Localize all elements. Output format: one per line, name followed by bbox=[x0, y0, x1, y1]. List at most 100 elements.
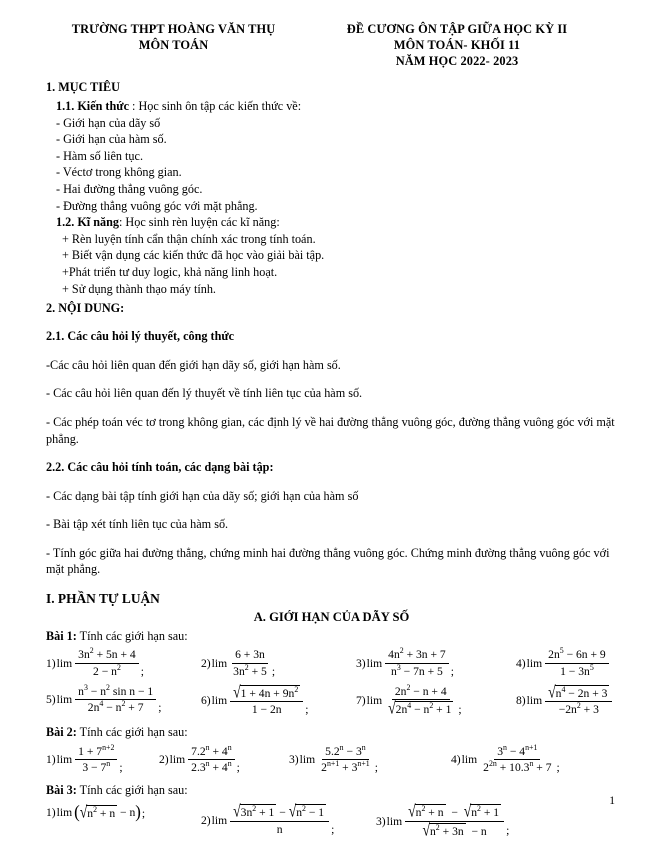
section-part-one: I. PHẦN TỰ LUẬN A. GIỚI HẠN CỦA DÃY SỐ B… bbox=[0, 590, 651, 839]
radical-sign-icon: √ bbox=[388, 698, 396, 718]
exam-school-year: NĂM HỌC 2022- 2023 bbox=[395, 53, 519, 68]
denominator: n3 − 7n + 5 bbox=[391, 663, 443, 679]
exercise-1-prompt: Tính các giới hạn sau: bbox=[76, 628, 188, 643]
radical-sign-icon: √ bbox=[233, 682, 241, 701]
subsection-1-1: 1.1. Kiến thức : Học sinh ôn tập các kiế… bbox=[46, 98, 617, 115]
denominator: 1 − 3n5 bbox=[560, 663, 594, 679]
knowledge-item: - Hai đường thẳng vuông góc. bbox=[56, 181, 203, 196]
problem-2-3: 3) lim 5.2n − 3n 2n+1 + 3n+1 ; bbox=[289, 743, 451, 775]
problem-number: 2) bbox=[201, 814, 211, 828]
radicand: 2n4 − n2 + 1 bbox=[394, 701, 454, 717]
semicolon: ; bbox=[305, 702, 309, 716]
problem-number: 2) bbox=[201, 657, 211, 671]
denominator: 2.3n + 4n bbox=[191, 759, 232, 775]
skill-item: + Biết vận dụng các kiến thức đã học vào… bbox=[62, 248, 325, 263]
numerator: 4n2 + 3n + 7 bbox=[385, 647, 449, 665]
semicolon: ; bbox=[458, 702, 462, 716]
practice-item: - Các dạng bài tập tính giới hạn của dãy… bbox=[46, 488, 359, 503]
limit-operator: lim bbox=[211, 694, 228, 708]
problem-number: 4) bbox=[516, 657, 526, 671]
limit-operator: lim bbox=[56, 693, 73, 707]
numerator: 1 + 7n+2 bbox=[75, 743, 118, 761]
fraction: 1 + 7n+2 3 − 7n bbox=[75, 743, 118, 775]
limit-operator: lim bbox=[366, 694, 383, 708]
expression-tail: − n bbox=[117, 806, 136, 820]
radicand: n2 + 1 bbox=[470, 804, 502, 820]
section-content: 2. NỘI DUNG: 2.1. Các câu hỏi lý thuyết,… bbox=[0, 300, 651, 578]
semicolon: ; bbox=[374, 760, 378, 774]
page-number: 1 bbox=[609, 795, 615, 807]
knowledge-item: - Giới hạn của hàm số. bbox=[56, 132, 167, 147]
denominator: 2n+1 + 3n+1 bbox=[321, 759, 370, 775]
denominator: 3 − 7n bbox=[82, 759, 111, 775]
radical-sign-icon: √ bbox=[233, 801, 241, 821]
semicolon: ; bbox=[506, 824, 510, 838]
exam-subject-grade: MÔN TOÁN- KHỐI 11 bbox=[393, 37, 521, 52]
school-name: TRƯỜNG THPT HOÀNG VĂN THỤ bbox=[71, 22, 276, 36]
limit-operator: lim bbox=[211, 814, 228, 828]
radical-sign-icon: √ bbox=[422, 820, 430, 840]
limit-operator: lim bbox=[366, 657, 383, 671]
exercise-1-row-2: 5) lim n3 − n2 sin n − 1 2n4 − n2 + 7 ; … bbox=[46, 682, 617, 718]
minus-sign: − bbox=[448, 806, 461, 820]
radical-sign-icon: √ bbox=[408, 801, 416, 821]
exercise-2-row-1: 1) lim 1 + 7n+2 3 − 7n ; 2) lim 7.2n + 4… bbox=[46, 743, 617, 775]
fraction: 3n − 4n+1 22n + 10.3n + 7 bbox=[480, 743, 554, 775]
fraction: 4n2 + 3n + 7 n3 − 7n + 5 bbox=[385, 647, 449, 679]
skill-item: + Sử dụng thành thạo máy tính. bbox=[62, 281, 216, 296]
square-root: √ n2 + n bbox=[408, 801, 446, 821]
problem-1-8: 8) lim √ n4 − 2n + 3 −2n2 + 3 bbox=[516, 683, 613, 717]
exercise-3-heading: Bài 3: Tính các giới hạn sau: bbox=[46, 782, 617, 799]
expression-tail: − n bbox=[468, 824, 487, 838]
fraction: n3 − n2 sin n − 1 2n4 − n2 + 7 bbox=[75, 683, 157, 715]
theory-item: - Các câu hỏi liên quan đến lý thuyết về… bbox=[46, 386, 363, 401]
radical-sign-icon: √ bbox=[463, 801, 472, 821]
numerator: 2n5 − 6n + 9 bbox=[545, 647, 609, 665]
problem-number: 1) bbox=[46, 657, 56, 671]
subsection-1-1-label: 1.1. Kiến thức bbox=[56, 98, 129, 113]
square-root: √ 1 + 4n + 9n2 bbox=[233, 682, 301, 701]
problem-1-6: 6) lim √ 1 + 4n + 9n2 1 − 2n ; bbox=[201, 682, 356, 717]
fraction: 7.2n + 4n 2.3n + 4n bbox=[188, 743, 235, 775]
problem-number: 1) bbox=[46, 753, 56, 767]
problem-number: 5) bbox=[46, 693, 56, 707]
semicolon: ; bbox=[331, 822, 335, 836]
fraction: 6 + 3n 3n2 + 5 bbox=[230, 648, 270, 678]
problem-number: 3) bbox=[376, 814, 386, 828]
knowledge-item: - Véctơ trong không gian. bbox=[56, 165, 182, 180]
school-header: TRƯỜNG THPT HOÀNG VĂN THỤ MÔN TOÁN bbox=[46, 22, 301, 54]
numerator: √ n4 − 2n + 3 bbox=[545, 683, 613, 703]
school-subject: MÔN TOÁN bbox=[138, 37, 209, 52]
numerator: 5.2n − 3n bbox=[322, 743, 369, 761]
close-paren: ) bbox=[135, 801, 141, 823]
radicand: n2 − 1 bbox=[295, 804, 327, 820]
skill-item: +Phát triển tư duy logic, khả năng linh … bbox=[62, 264, 278, 279]
section-2-1-title: 2.1. Các câu hỏi lý thuyết, công thức bbox=[46, 329, 235, 344]
denominator: 22n + 10.3n + 7 bbox=[483, 759, 552, 775]
fraction: √ n4 − 2n + 3 −2n2 + 3 bbox=[545, 683, 613, 717]
problem-number: 2) bbox=[159, 753, 169, 767]
problem-1-7: 7) lim 2n2 − n + 4 √ 2n4 − n2 + 1 ; bbox=[356, 683, 516, 718]
square-root: √ 3n2 + 1 bbox=[233, 801, 277, 821]
numerator: √ 3n2 + 1 − √ n2 − 1 bbox=[230, 801, 330, 822]
problem-2-2: 2) lim 7.2n + 4n 2.3n + 4n ; bbox=[159, 743, 289, 775]
fraction: 2n5 − 6n + 9 1 − 3n5 bbox=[545, 647, 609, 679]
denominator: −2n2 + 3 bbox=[558, 701, 599, 717]
semicolon: ; bbox=[271, 664, 276, 678]
subsection-1-2-text: : Học sinh rèn luyện các kĩ năng: bbox=[119, 215, 280, 230]
document-header: TRƯỜNG THPT HOÀNG VĂN THỤ MÔN TOÁN ĐỀ CƯ… bbox=[0, 0, 651, 70]
numerator: √ 1 + 4n + 9n2 bbox=[230, 682, 304, 703]
numerator: 7.2n + 4n bbox=[188, 743, 235, 761]
radicand: n2 + n bbox=[86, 805, 118, 821]
fraction: √ n2 + n − √ n2 + 1 √ n2 + 3n − n bbox=[405, 801, 505, 840]
limit-operator: lim bbox=[56, 806, 73, 820]
semicolon: ; bbox=[556, 760, 560, 774]
subsection-1-1-text: : Học sinh ôn tập các kiến thức về: bbox=[129, 98, 302, 113]
numerator: 3n2 + 5n + 4 bbox=[75, 647, 139, 665]
limit-operator: lim bbox=[56, 753, 73, 767]
section-2-title: 2. NỘI DUNG: bbox=[46, 301, 125, 316]
knowledge-item: - Giới hạn của dãy số bbox=[56, 115, 161, 130]
fraction: 2n2 − n + 4 √ 2n4 − n2 + 1 bbox=[385, 683, 456, 718]
exercise-2-heading: Bài 2: Tính các giới hạn sau: bbox=[46, 724, 617, 741]
limit-operator: lim bbox=[211, 657, 228, 671]
